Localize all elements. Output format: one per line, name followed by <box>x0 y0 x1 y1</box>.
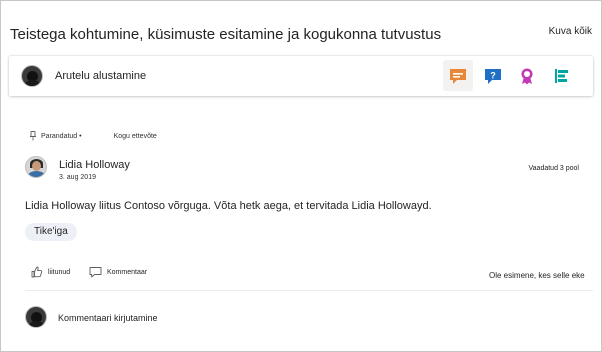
praise-type-button[interactable] <box>512 60 542 91</box>
post-body: Lidia Holloway liitus Contoso võrguga. V… <box>25 200 432 212</box>
poll-type-button[interactable] <box>547 60 577 91</box>
start-conversation-bar[interactable]: Arutelu alustamine ? <box>9 56 593 96</box>
comment-icon <box>89 267 102 278</box>
poll-icon <box>555 68 568 83</box>
post-status: Parandatud • <box>41 132 82 140</box>
view-count: Vaadatud 3 pool <box>528 165 579 172</box>
author-name[interactable]: Lidia Holloway <box>59 159 130 171</box>
current-user-avatar <box>21 65 43 87</box>
card-title: Teistega kohtumine, küsimuste esitamine … <box>10 26 442 43</box>
write-comment-input[interactable]: Kommentaari kirjutamine <box>58 313 158 323</box>
comment-button[interactable]: Kommentaar <box>89 266 147 278</box>
question-type-button[interactable]: ? <box>478 60 508 91</box>
author-avatar[interactable] <box>25 156 47 178</box>
post-card: Parandatud • Kogu ettevõte Lidia Hollowa… <box>9 123 593 343</box>
reply-user-avatar <box>25 306 47 328</box>
post-meta: Parandatud • Kogu ettevõte <box>29 131 157 141</box>
ribbon-icon <box>521 68 533 84</box>
post-date[interactable]: 3. aug 2019 <box>59 174 96 181</box>
see-all-link[interactable]: Kuva kõik <box>549 26 592 37</box>
svg-text:?: ? <box>490 70 496 80</box>
discussion-type-button[interactable] <box>443 60 473 91</box>
divider <box>25 290 593 291</box>
topic-tag[interactable]: Tike'iga <box>25 223 77 241</box>
thumbs-up-icon <box>31 266 43 278</box>
like-button[interactable]: liitunud <box>31 266 70 278</box>
question-bubble-icon: ? <box>485 68 501 84</box>
chat-bubble-icon <box>450 68 466 84</box>
post-scope[interactable]: Kogu ettevõte <box>114 133 157 140</box>
comment-label: Kommentaar <box>107 268 148 276</box>
start-conversation-label[interactable]: Arutelu alustamine <box>55 70 146 82</box>
like-label: liitunud <box>48 268 71 276</box>
pin-icon <box>30 131 36 141</box>
yammer-community-card: Teistega kohtumine, küsimuste esitamine … <box>0 0 602 352</box>
be-first-to-like-text: Ole esimene, kes selle eke <box>489 271 585 280</box>
